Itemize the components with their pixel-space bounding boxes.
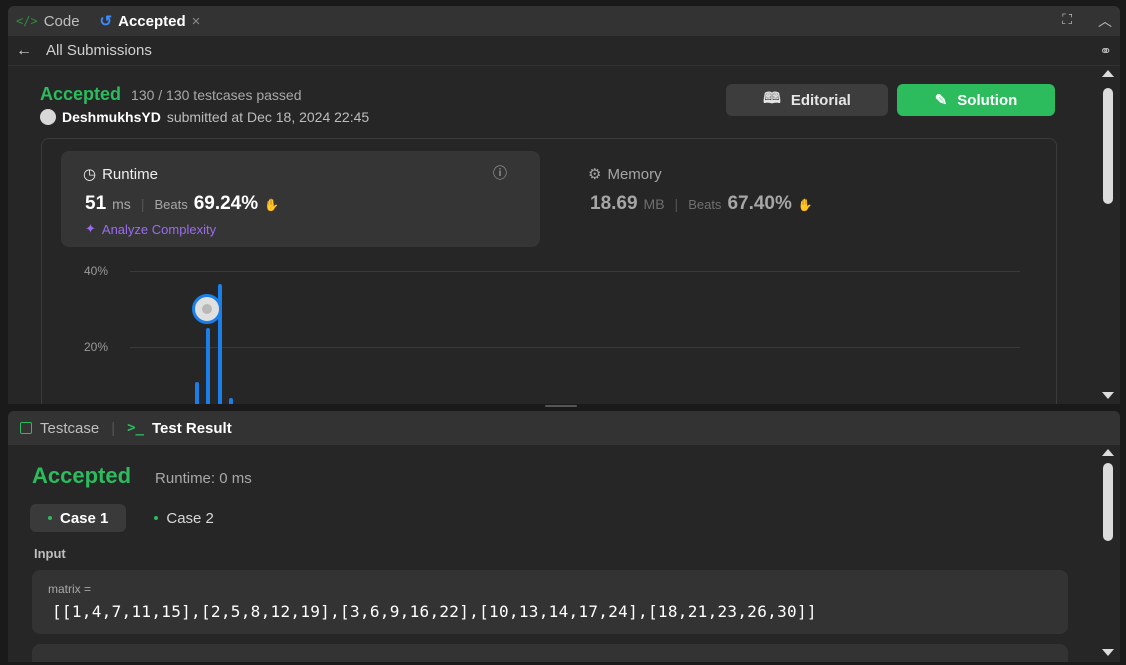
case-tab-2[interactable]: Case 2	[136, 504, 232, 532]
memory-values: 18.69 MB | Beats 67.40% ✋	[590, 193, 813, 215]
result-status: Accepted	[32, 463, 132, 488]
username[interactable]: DeshmukhsYD	[62, 109, 161, 125]
runtime-separator: |	[140, 196, 145, 212]
tab-test-result[interactable]: Test Result	[152, 420, 232, 437]
runtime-title-label: Runtime	[102, 165, 158, 183]
runtime-value: 51	[85, 193, 107, 214]
top-scrollbar[interactable]	[1100, 70, 1114, 400]
close-tab-icon[interactable]: ×	[192, 13, 201, 30]
tab-testcase[interactable]: Testcase	[40, 420, 99, 437]
tab-accepted[interactable]: ↺ Accepted ×	[99, 12, 201, 31]
tabbar-actions: ⛶ ︿	[1062, 11, 1112, 31]
result-header: Accepted Runtime: 0 ms	[32, 463, 252, 489]
chip-icon: ⚙	[588, 166, 602, 183]
tab-separator: |	[111, 419, 116, 437]
input-value-box[interactable]: matrix = [[1,4,7,11,15],[2,5,8,12,19],[3…	[32, 570, 1068, 634]
chart-bar[interactable]	[229, 398, 233, 404]
memory-unit: MB	[643, 196, 665, 212]
panel-resize-handle[interactable]	[545, 405, 577, 407]
clock-icon: ◷	[83, 166, 97, 183]
testcases-passed: 130 / 130 testcases passed	[131, 87, 302, 103]
memory-value: 18.69	[590, 193, 638, 214]
variable-value[interactable]: [[1,4,7,11,15],[2,5,8,12,19],[3,6,9,16,2…	[52, 602, 817, 621]
history-icon: ↺	[99, 13, 113, 30]
console-panel: Testcase | >_ Test Result Accepted Runti…	[8, 411, 1120, 662]
back-arrow-icon[interactable]: ←	[16, 42, 32, 60]
chart-bar[interactable]	[195, 382, 199, 404]
memory-title: ⚙ Memory	[588, 165, 662, 184]
analyze-complexity-link[interactable]: ✦ Analyze Complexity	[85, 221, 216, 237]
y-tick-label: 40%	[84, 264, 109, 278]
chart-bar[interactable]	[206, 328, 210, 404]
case-label: Case 2	[166, 509, 214, 527]
panel-tabbar: </> Code ↺ Accepted × ⛶ ︿	[8, 6, 1120, 36]
clap-icon: ✋	[797, 198, 813, 212]
scroll-up-arrow-icon[interactable]	[1102, 449, 1114, 456]
scroll-down-arrow-icon[interactable]	[1102, 392, 1114, 399]
next-input-box[interactable]	[32, 644, 1068, 662]
share-link-icon[interactable]: ⚭	[1099, 42, 1112, 60]
runtime-beats-pct: 69.24%	[193, 193, 259, 214]
input-label: Input	[34, 546, 66, 561]
submission-panel: </> Code ↺ Accepted × ⛶ ︿ ← All Submissi…	[8, 6, 1120, 404]
bottom-scrollbar[interactable]	[1100, 449, 1114, 659]
scroll-down-arrow-icon[interactable]	[1102, 649, 1114, 656]
memory-beats-label: Beats	[688, 197, 722, 212]
scroll-thumb[interactable]	[1103, 463, 1113, 541]
runtime-values: 51 ms | Beats 69.24% ✋	[85, 193, 279, 215]
result-runtime: Runtime: 0 ms	[155, 470, 252, 487]
status-accepted: Accepted	[40, 84, 122, 104]
submitter-info: DeshmukhsYD submitted at Dec 18, 2024 22…	[40, 109, 369, 125]
maximize-icon[interactable]: ⛶	[1062, 11, 1072, 31]
submission-content: Accepted 130 / 130 testcases passed Desh…	[8, 66, 1098, 404]
scroll-thumb[interactable]	[1103, 88, 1113, 204]
avatar[interactable]	[40, 109, 56, 125]
code-icon: </>	[16, 14, 38, 28]
runtime-unit: ms	[112, 196, 131, 212]
submissions-subbar: ← All Submissions ⚭	[8, 36, 1120, 66]
submitted-at: submitted at Dec 18, 2024 22:45	[166, 109, 370, 125]
runtime-beats-label: Beats	[154, 197, 188, 212]
tab-code-label: Code	[43, 12, 80, 30]
runtime-title: ◷ Runtime	[83, 165, 158, 184]
memory-beats-pct: 67.40%	[727, 193, 792, 214]
all-submissions-link[interactable]: All Submissions	[46, 42, 152, 59]
checkbox-icon	[20, 422, 32, 434]
avatar-head	[202, 304, 212, 314]
submission-status: Accepted 130 / 130 testcases passed	[40, 84, 301, 105]
runtime-card[interactable]: ◷ Runtime ⓘ 51 ms | Beats 69.24% ✋ ✦ Ana…	[61, 151, 540, 247]
tab-accepted-label: Accepted	[118, 12, 186, 30]
solution-label: Solution	[957, 91, 1018, 109]
y-tick-label: 20%	[84, 340, 109, 354]
app-root: </> Code ↺ Accepted × ⛶ ︿ ← All Submissi…	[0, 0, 1126, 665]
gridline	[130, 271, 1020, 272]
info-icon[interactable]: ⓘ	[493, 163, 507, 183]
terminal-icon: >_	[127, 420, 144, 436]
scroll-up-arrow-icon[interactable]	[1102, 70, 1114, 77]
variable-name: matrix =	[48, 582, 92, 596]
edit-icon: ✎	[934, 92, 948, 109]
pass-dot-icon	[154, 516, 159, 520]
gridline	[130, 347, 1020, 348]
memory-title-label: Memory	[607, 165, 662, 183]
console-tabbar: Testcase | >_ Test Result	[8, 411, 1120, 445]
your-submission-marker[interactable]	[192, 294, 222, 324]
analyze-label: Analyze Complexity	[101, 221, 217, 237]
sparkle-icon: ✦	[85, 221, 96, 236]
case-label: Case 1	[60, 509, 109, 527]
case-tabs: Case 1 Case 2	[30, 504, 232, 532]
runtime-distribution-chart: 40% 20%	[68, 258, 1028, 404]
editorial-button[interactable]: 🕮 Editorial	[726, 84, 888, 116]
collapse-icon[interactable]: ︿	[1098, 11, 1112, 31]
clap-icon: ✋	[264, 198, 280, 212]
memory-card[interactable]: ⚙ Memory 18.69 MB | Beats 67.40% ✋	[580, 151, 1040, 247]
book-icon: 🕮	[763, 89, 781, 107]
memory-separator: |	[674, 196, 679, 212]
pass-dot-icon	[48, 516, 52, 520]
solution-button[interactable]: ✎ Solution	[897, 84, 1055, 116]
editorial-label: Editorial	[790, 91, 851, 109]
case-tab-1[interactable]: Case 1	[30, 504, 127, 532]
tab-code[interactable]: </> Code	[16, 13, 80, 30]
